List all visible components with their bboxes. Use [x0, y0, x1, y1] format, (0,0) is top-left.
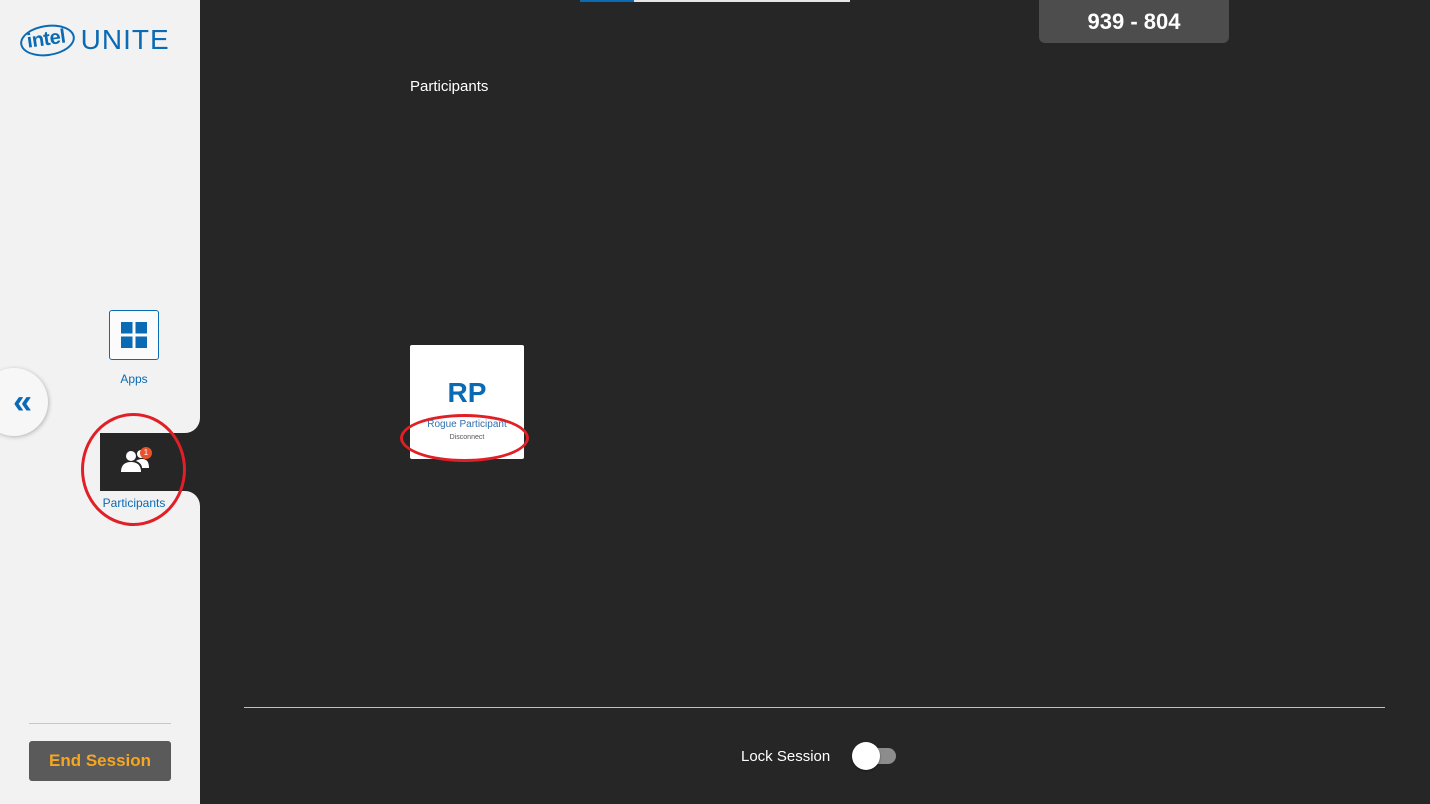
sidebar-item-participants[interactable]: 1: [100, 433, 200, 491]
sidebar-item-label: Participants: [102, 496, 166, 510]
grid-icon: [109, 310, 159, 360]
top-progress-track: [634, 0, 850, 2]
sidebar-item-label: Apps: [120, 372, 148, 386]
toggle-thumb: [852, 742, 880, 770]
intel-unite-hub-screen: intel UNITE Apps 1 Participants End Sess…: [0, 0, 1430, 804]
sidebar-divider: [29, 723, 171, 724]
end-session-button[interactable]: End Session: [29, 741, 171, 781]
intel-unite-logo: intel UNITE: [18, 20, 170, 60]
disconnect-link[interactable]: Disconnect: [410, 433, 524, 442]
lock-session-label: Lock Session: [741, 748, 831, 765]
footer-divider: [244, 707, 1385, 708]
page-title: Participants: [410, 78, 489, 95]
top-progress-indicator: [580, 0, 634, 2]
participant-initials: RP: [447, 377, 487, 408]
double-chevron-left-icon: «: [13, 382, 32, 421]
logo-intel-text: intel: [18, 20, 77, 60]
sidebar-notch-top: [185, 418, 200, 433]
participant-card[interactable]: RP Rogue Participant Disconnect: [410, 345, 524, 459]
logo-product-text: UNITE: [80, 24, 170, 55]
lock-session-toggle[interactable]: [852, 742, 896, 770]
participant-name: Rogue Participant: [427, 419, 507, 430]
sidebar-notch-bottom: [185, 491, 200, 506]
sidebar-item-apps[interactable]: Apps: [100, 310, 168, 386]
session-pin: 939 - 804: [1039, 0, 1229, 43]
notification-badge: 1: [140, 447, 152, 459]
